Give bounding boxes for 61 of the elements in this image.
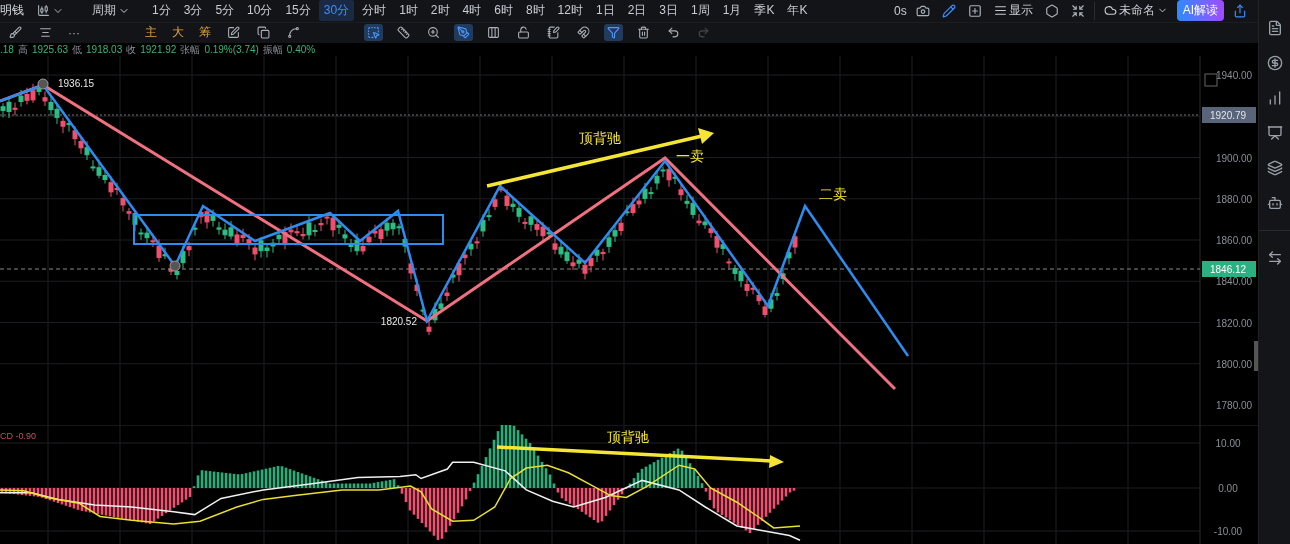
tool-button[interactable]: 大 xyxy=(170,24,186,42)
indicator-label: CD -0.90 xyxy=(0,431,36,442)
interval-tab[interactable]: 2日 xyxy=(622,0,652,22)
quote-value: 0.19%(3.74) xyxy=(204,42,259,56)
chart-annotation: 一卖 xyxy=(676,147,704,164)
tool-button[interactable]: 筹 xyxy=(197,24,213,42)
layout-name-dropdown[interactable]: 未命名 xyxy=(1100,0,1171,22)
interval-tab[interactable]: 8时 xyxy=(520,0,550,22)
interval-tab[interactable]: 6时 xyxy=(489,0,518,22)
refresh-interval: 0s xyxy=(893,3,907,18)
display-button[interactable]: 显示 xyxy=(990,0,1036,22)
axis-label: 1800.00 xyxy=(1216,358,1253,370)
quote-label: 收 xyxy=(126,42,137,56)
ai-button[interactable]: AI解读 xyxy=(1176,0,1224,22)
interval-tab[interactable]: 1时 xyxy=(394,0,423,22)
axis-label: 1900.00 xyxy=(1216,152,1253,164)
quote-label: 高 xyxy=(17,42,28,56)
quote-value: 1921.92 xyxy=(140,42,177,56)
interval-tab[interactable]: 分时 xyxy=(357,0,392,22)
tool-button[interactable]: ··· xyxy=(66,25,82,40)
axis-label: 1860.00 xyxy=(1216,234,1253,246)
price-label: 1936.15 xyxy=(58,77,95,89)
axis-label: 1840.00 xyxy=(1216,276,1253,288)
quote-value: 1918.03 xyxy=(86,42,123,56)
axis-label: 1880.00 xyxy=(1216,193,1253,205)
quote-value: 0.40% xyxy=(286,42,316,56)
quote-label: 张幅 xyxy=(180,42,201,56)
interval-tab[interactable]: 1日 xyxy=(590,0,620,22)
interval-tab[interactable]: 1月 xyxy=(717,0,747,22)
axis-label: 1940.00 xyxy=(1216,69,1253,81)
chart-annotation: 顶背驰 xyxy=(579,129,621,146)
interval-tab[interactable]: 15分 xyxy=(280,0,316,22)
interval-tab[interactable]: 3分 xyxy=(178,0,208,22)
interval-tab[interactable]: 季K xyxy=(749,0,780,22)
axis-label: -10.00 xyxy=(1213,526,1243,538)
symbol-name: 明钱 xyxy=(0,2,24,20)
reference-price-tag: 1920.79 xyxy=(1202,106,1256,123)
chart-annotation: 二卖 xyxy=(819,185,847,202)
interval-tab[interactable]: 1周 xyxy=(686,0,715,22)
interval-tab[interactable]: 5分 xyxy=(210,0,240,22)
axis-label: 1820.00 xyxy=(1216,317,1253,329)
axis-label: 0.00 xyxy=(1218,483,1238,495)
interval-tab[interactable]: 12时 xyxy=(552,0,588,22)
quote-label: 振幅 xyxy=(262,42,283,56)
interval-tab[interactable]: 3日 xyxy=(654,0,683,22)
interval-tab[interactable]: 30分 xyxy=(318,0,355,22)
interval-tab[interactable]: 1分 xyxy=(147,0,176,22)
interval-tab[interactable]: 2时 xyxy=(425,0,455,22)
period-dropdown[interactable]: 周期 xyxy=(89,0,133,22)
chart-annotation: 顶背驰 xyxy=(607,429,649,446)
current-price-tag: 1846.12 xyxy=(1202,260,1256,277)
axis-label: 1780.00 xyxy=(1216,399,1253,411)
price-label: 1820.52 xyxy=(380,315,417,327)
quote-value: .18 xyxy=(0,42,14,56)
interval-tab[interactable]: 10分 xyxy=(242,0,278,22)
interval-tab[interactable]: 4时 xyxy=(457,0,487,22)
axis-label: 10.00 xyxy=(1215,438,1241,450)
quote-label: 低 xyxy=(72,42,83,56)
quote-value: 1925.63 xyxy=(31,42,69,56)
tool-button[interactable]: 主 xyxy=(143,24,159,42)
interval-tab[interactable]: 年K xyxy=(782,0,813,22)
